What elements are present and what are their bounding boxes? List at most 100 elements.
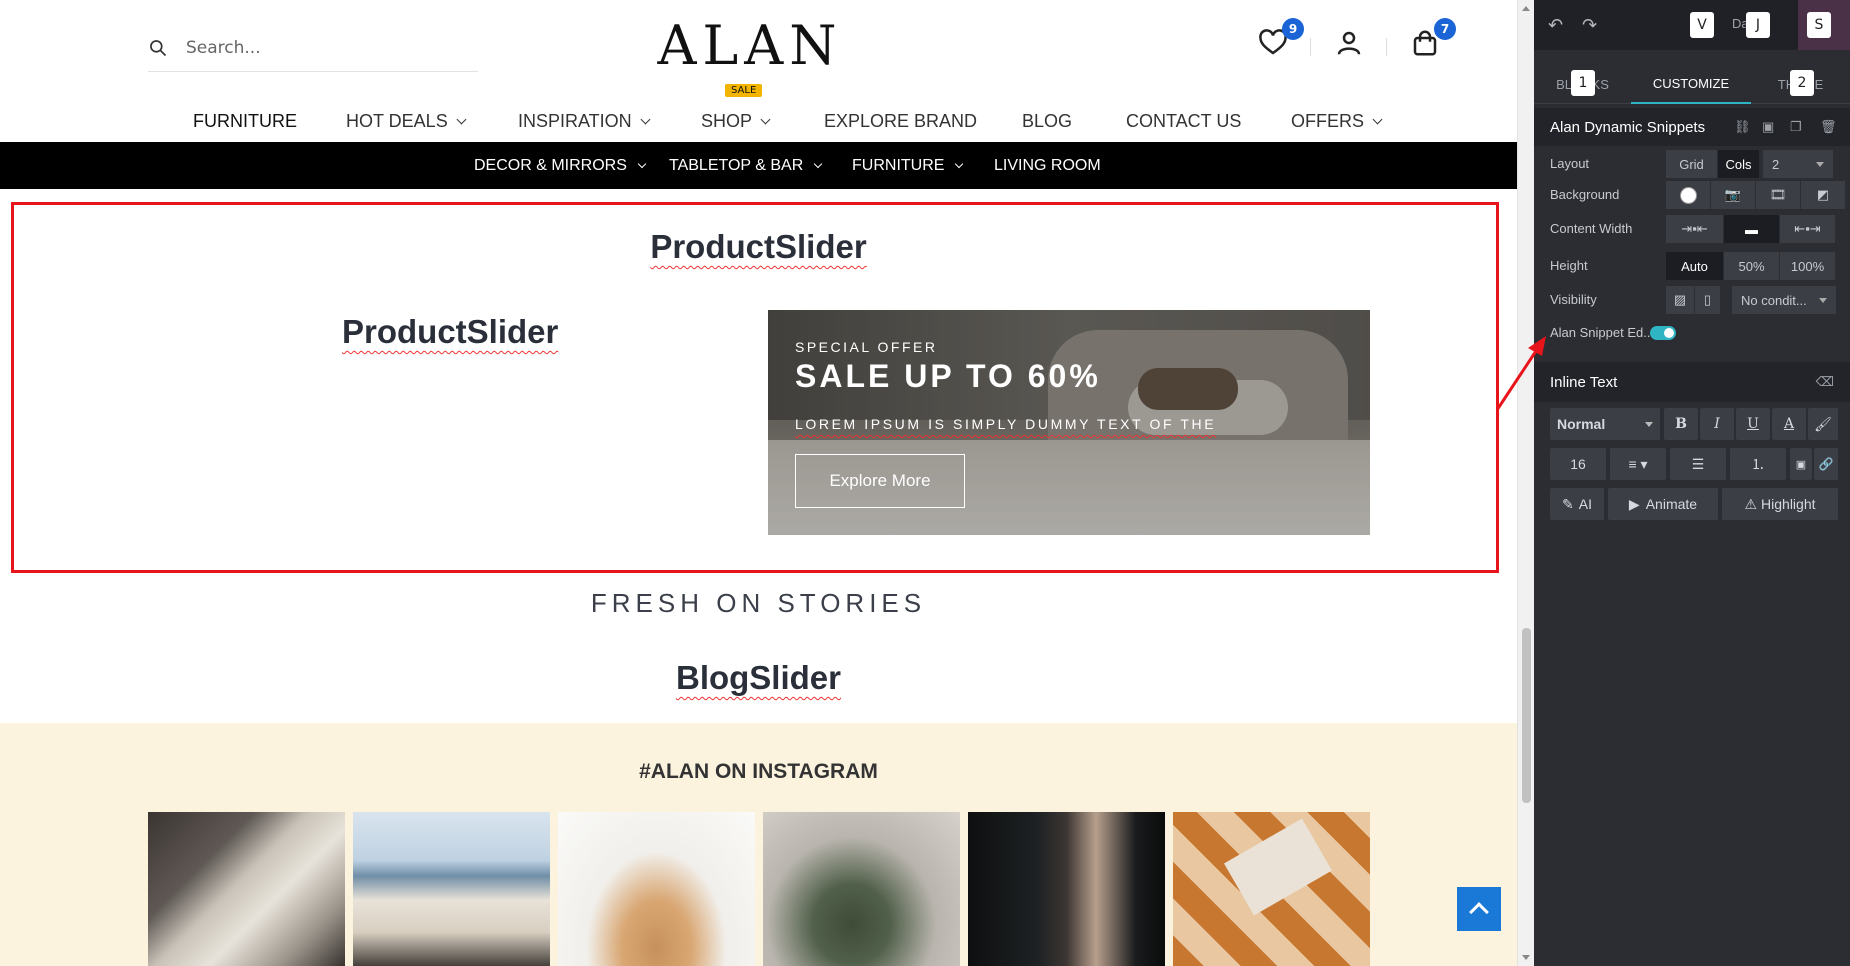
underline-button[interactable]: U — [1736, 408, 1770, 440]
instagram-photo-throw-blanket[interactable] — [148, 812, 345, 966]
italic-button[interactable]: I — [1700, 408, 1734, 440]
shortcut-key-2: 2 — [1790, 70, 1814, 96]
width-full-option[interactable]: ⇤▪⇥ — [1780, 215, 1836, 243]
chevron-down-icon — [955, 159, 964, 168]
instagram-photo-cushion[interactable] — [763, 812, 960, 966]
subnav-item-living-room[interactable]: LIVING ROOM — [994, 142, 1101, 189]
eraser-icon[interactable]: ⌫ — [1816, 374, 1834, 390]
shortcut-key-v: V — [1690, 12, 1714, 38]
editor-topbar: ↶ ↷ Dard V J S — [1534, 0, 1850, 50]
magic-wand-icon: ✎ — [1562, 495, 1574, 512]
product-slider-heading[interactable]: ProductSlider — [0, 228, 1517, 266]
snippet-editor-toggle[interactable] — [1650, 326, 1676, 340]
height-auto-option[interactable]: Auto — [1666, 252, 1724, 280]
subnav-item-furniture[interactable]: FURNITURE — [852, 142, 964, 189]
text-style-select[interactable]: Normal — [1550, 408, 1660, 440]
nav-label: OFFERS — [1291, 110, 1365, 131]
caret-down-icon — [1819, 298, 1827, 303]
instagram-photo-pouf[interactable] — [558, 812, 755, 966]
bg-video-option[interactable]: 🎞 — [1756, 181, 1801, 209]
expand-icon: ⇤▪⇥ — [1794, 221, 1821, 236]
height-50-option[interactable]: 50% — [1724, 252, 1780, 280]
scroll-up-arrow[interactable] — [1522, 6, 1530, 11]
nav-item-inspiration[interactable]: INSPIRATION — [518, 100, 651, 142]
layout-cols-option[interactable]: Cols — [1718, 150, 1760, 178]
instagram-photo-terrace[interactable] — [353, 812, 550, 966]
height-options: Auto 50% 100% — [1666, 252, 1836, 280]
nav-item-hot-deals[interactable]: HOT DEALS — [346, 100, 467, 142]
instagram-photo-chair-rug[interactable] — [1173, 812, 1370, 966]
layout-grid-option[interactable]: Grid — [1666, 150, 1718, 178]
blog-slider-heading[interactable]: BlogSlider — [0, 659, 1517, 697]
redo-icon[interactable]: ↷ — [1582, 15, 1600, 35]
instagram-section: #ALAN ON INSTAGRAM — [0, 723, 1517, 966]
width-small-option[interactable]: ⇥▪⇤ — [1666, 215, 1724, 243]
numbered-list-button[interactable]: ⒈ — [1730, 448, 1786, 480]
cols-select[interactable]: 2 — [1763, 150, 1833, 178]
width-regular-option[interactable]: ▬ — [1724, 215, 1780, 243]
trash-icon[interactable]: 🗑 — [1820, 119, 1837, 135]
banner-description: LOREM IPSUM IS SIMPLY DUMMY TEXT OF THE — [795, 416, 1217, 432]
nav-item-blog[interactable]: BLOG — [1022, 100, 1072, 142]
text-color-button[interactable]: A — [1772, 408, 1806, 440]
snippet-name: Alan Dynamic Snippets — [1550, 119, 1706, 136]
nav-label: FURNITURE — [193, 110, 297, 131]
ai-button[interactable]: ✎ AI — [1550, 488, 1604, 520]
highlight-button[interactable]: ⚠ Highlight — [1722, 488, 1838, 520]
hide-mobile-option[interactable]: ▯ — [1695, 286, 1721, 314]
insert-link-button[interactable]: 🔗 — [1814, 448, 1838, 480]
bold-icon: B — [1675, 416, 1687, 432]
background-color-button[interactable]: 🖌 — [1808, 408, 1838, 440]
animate-button[interactable]: ▶ Animate — [1608, 488, 1718, 520]
hide-desktop-option[interactable]: ▨ — [1666, 286, 1695, 314]
color-swatch-icon — [1679, 186, 1697, 204]
page-scrollbar[interactable] — [1517, 0, 1534, 966]
duplicate-icon[interactable]: ❐ — [1790, 119, 1802, 135]
content-width-options: ⇥▪⇤ ▬ ⇤▪⇥ — [1666, 215, 1836, 243]
chevron-down-icon — [760, 114, 771, 124]
bullet-list-button[interactable]: ☰ — [1670, 448, 1726, 480]
font-size-input[interactable]: 16 — [1550, 448, 1606, 480]
save-snippet-icon[interactable]: ▣ — [1762, 119, 1774, 135]
bg-image-option[interactable]: 📷 — [1711, 181, 1756, 209]
subnav-item-tabletop-bar[interactable]: TABLETOP & BAR — [669, 142, 823, 189]
snippet-header: Alan Dynamic Snippets ⛓ ▣ ❐ 🗑 — [1534, 108, 1850, 146]
insert-image-button[interactable]: ▣ — [1790, 448, 1812, 480]
scroll-down-arrow[interactable] — [1522, 955, 1530, 960]
nav-item-offers[interactable]: OFFERS — [1291, 100, 1383, 142]
undo-icon[interactable]: ↶ — [1548, 15, 1566, 35]
wishlist-button[interactable]: 9 — [1258, 18, 1304, 62]
tab-customize[interactable]: CUSTOMIZE — [1631, 64, 1751, 104]
subnav-item-decor-mirrors[interactable]: DECOR & MIRRORS — [474, 142, 647, 189]
cart-button[interactable]: 7 — [1410, 18, 1456, 62]
background-label: Background — [1550, 187, 1620, 202]
account-button[interactable] — [1334, 28, 1368, 62]
visibility-condition-select[interactable]: No condit... — [1732, 286, 1836, 314]
height-100-option[interactable]: 100% — [1780, 252, 1836, 280]
background-row: Background 📷 🎞 ◩ — [1534, 181, 1850, 209]
italic-icon: I — [1714, 416, 1720, 432]
subnav-label: FURNITURE — [852, 156, 945, 174]
bg-shape-option[interactable]: ◩ — [1801, 181, 1846, 209]
nav-item-furniture[interactable]: FURNITURE — [193, 100, 297, 142]
instagram-photo-blanket-rack[interactable] — [968, 812, 1165, 966]
bg-color-option[interactable] — [1666, 181, 1711, 209]
chevron-down-icon — [814, 159, 823, 168]
product-slider-placeholder[interactable]: ProductSlider — [342, 313, 558, 351]
back-to-top-button[interactable] — [1457, 887, 1501, 931]
special-offer-banner[interactable]: SPECIAL OFFER SALE UP TO 60% LOREM IPSUM… — [768, 310, 1370, 535]
nav-item-shop[interactable]: SHOP — [701, 100, 771, 142]
search-input[interactable] — [186, 37, 446, 58]
search-bar[interactable] — [148, 24, 478, 72]
shape-icon: ◩ — [1816, 187, 1830, 202]
scrollbar-thumb[interactable] — [1522, 628, 1531, 803]
link-icon[interactable]: ⛓ — [1734, 119, 1751, 135]
user-icon — [1337, 31, 1361, 55]
explore-more-button[interactable]: Explore More — [795, 454, 965, 508]
layout-toggle: Grid Cols — [1666, 150, 1760, 178]
nav-item-explore-brand[interactable]: EXPLORE BRAND — [824, 100, 977, 142]
site-logo[interactable]: ALAN — [640, 14, 860, 77]
nav-item-contact-us[interactable]: CONTACT US — [1126, 100, 1241, 142]
bold-button[interactable]: B — [1664, 408, 1698, 440]
align-select[interactable]: ≡ ▾ — [1610, 448, 1666, 480]
